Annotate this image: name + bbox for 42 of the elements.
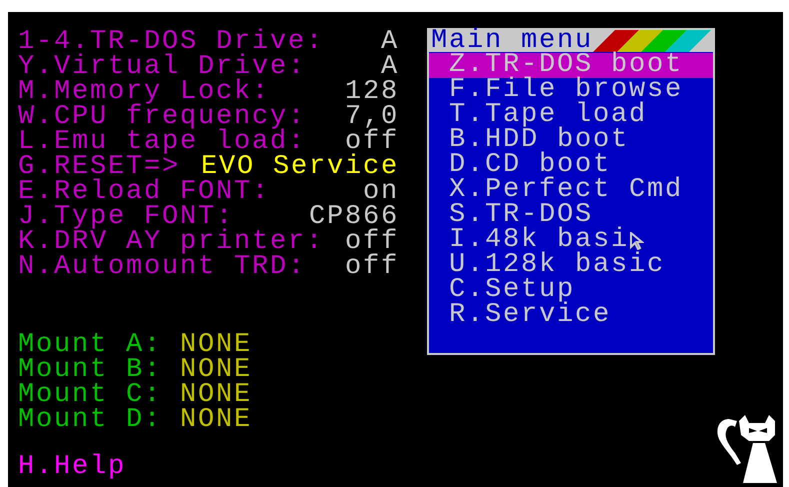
mount-label: Mount A: xyxy=(18,333,164,358)
menu-item[interactable]: R.Service xyxy=(429,303,713,328)
setting-label[interactable]: N.Automount TRD: xyxy=(18,255,306,280)
menu-title: Main menu xyxy=(430,28,594,54)
menu-item[interactable]: S.TR-DOS xyxy=(429,203,713,228)
menu-item[interactable]: B.HDD boot xyxy=(429,128,713,153)
mount-value: NONE xyxy=(180,408,252,433)
setting-value: A xyxy=(380,30,399,55)
mouse-pointer-icon xyxy=(630,232,644,250)
setting-value: off xyxy=(344,255,399,280)
setting-value: off xyxy=(344,130,399,155)
setting-label[interactable]: M.Memory Lock: xyxy=(18,80,270,105)
help-label[interactable]: H.Help xyxy=(18,455,126,480)
mount-label: Mount D: xyxy=(18,408,164,433)
rainbow-stripes-icon xyxy=(593,30,713,52)
setting-value: 128 xyxy=(344,80,399,105)
mount-value: NONE xyxy=(180,358,252,383)
menu-item[interactable]: D.CD boot xyxy=(429,153,713,178)
menu-item[interactable]: C.Setup xyxy=(429,278,713,303)
setting-label[interactable]: Y.Virtual Drive: xyxy=(18,55,306,80)
setting-label[interactable]: G.RESET=> xyxy=(18,155,180,180)
setting-value: CP866 xyxy=(308,205,399,230)
setting-value: off xyxy=(344,230,399,255)
mount-value: NONE xyxy=(180,333,252,358)
menu-item[interactable]: F.File browse xyxy=(429,78,713,103)
mount-label: Mount C: xyxy=(18,383,164,408)
menu-item[interactable]: T.Tape load xyxy=(429,103,713,128)
setting-label[interactable]: K.DRV AY printer: xyxy=(18,230,324,255)
setting-label[interactable]: E.Reload FONT: xyxy=(18,180,270,205)
mount-label: Mount B: xyxy=(18,358,164,383)
setting-value: 7,0 xyxy=(344,105,399,130)
setting-label[interactable]: 1-4.TR-DOS Drive: xyxy=(18,30,324,55)
menu-item[interactable]: I.48k basi xyxy=(429,228,713,253)
setting-value: on xyxy=(362,180,399,205)
setting-value: A xyxy=(380,55,399,80)
menu-item[interactable]: X.Perfect Cmd xyxy=(429,178,713,203)
setting-label[interactable]: W.CPU frequency: xyxy=(18,105,306,130)
menu-item[interactable]: U.128k basic xyxy=(429,253,713,278)
setting-value: EVO Service xyxy=(200,155,399,180)
setting-label[interactable]: J.Type FONT: xyxy=(18,205,234,230)
mount-value: NONE xyxy=(180,383,252,408)
setting-label[interactable]: L.Emu tape load: xyxy=(18,130,306,155)
